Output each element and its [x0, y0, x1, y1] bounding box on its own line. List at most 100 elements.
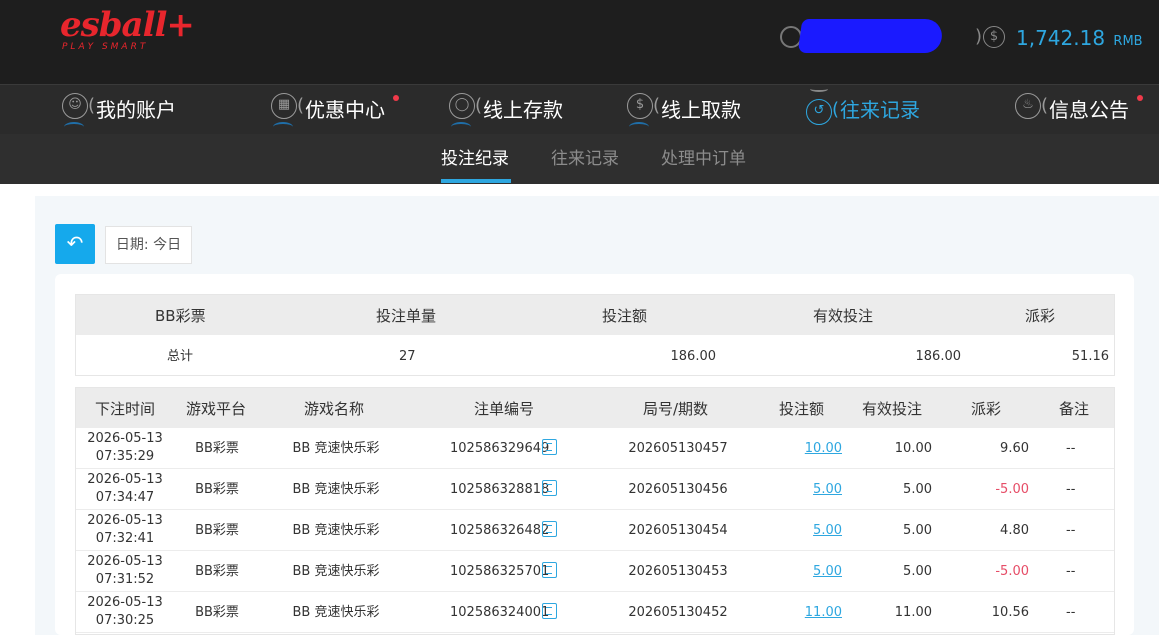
- col-bet-amount: 投注额: [779, 400, 825, 418]
- payout: -5.00: [995, 482, 1029, 497]
- summary-bet-amount: 186.00: [670, 349, 717, 364]
- col-bet-time: 下注时间: [95, 400, 156, 418]
- game-name: BB 竞速快乐彩: [292, 482, 380, 497]
- table-row: 2026-05-13 07:32:41 BB彩票 BB 竞速快乐彩 1025863…: [76, 510, 1114, 551]
- table-row: 2026-05-13 07:35:29 BB彩票 BB 竞速快乐彩 1025863…: [76, 428, 1114, 469]
- date-filter[interactable]: 日期: 今日: [105, 226, 192, 264]
- bet-clock: 07:35:29: [95, 449, 155, 464]
- copy-icon[interactable]: [542, 562, 557, 578]
- bet-amount-link[interactable]: 10.00: [805, 440, 842, 458]
- bracket-glyph: (: [88, 95, 96, 116]
- bet-amount-link[interactable]: 11.00: [805, 604, 842, 622]
- nav-item-label: 优惠中心: [305, 98, 385, 122]
- detail-header-row: 下注时间 游戏平台 游戏名称 注单编号 局号/期数 投注额 有效投注 派彩 备注: [76, 388, 1114, 428]
- active-tab-indicator: [441, 179, 511, 183]
- payout: 10.56: [991, 605, 1029, 620]
- user-circle-icon: ☺: [62, 93, 88, 119]
- payout: 4.80: [1000, 523, 1029, 538]
- game-platform: BB彩票: [195, 441, 239, 456]
- col-period: 局号/期数: [643, 400, 709, 418]
- table-row: 2026-05-13 07:34:47 BB彩票 BB 竞速快乐彩 1025863…: [76, 469, 1114, 510]
- back-button[interactable]: ↶: [55, 224, 95, 264]
- bracket-glyph: ): [975, 26, 983, 47]
- tab-pending-orders[interactable]: 处理中订单: [661, 148, 746, 170]
- summary-col-platform: BB彩票: [155, 307, 206, 325]
- nav-item-promotions[interactable]: ▦ ( 优惠中心: [271, 85, 401, 135]
- bet-time: 2026-05-13 07:34:47: [82, 471, 168, 507]
- copy-icon[interactable]: [542, 521, 557, 537]
- game-name: BB 竞速快乐彩: [292, 564, 380, 579]
- period-number: 202605130454: [628, 523, 728, 538]
- note: --: [1066, 482, 1076, 497]
- bet-time: 2026-05-13 07:31:52: [82, 553, 168, 589]
- balance-currency: RMB: [1113, 34, 1143, 49]
- bet-amount-link[interactable]: 5.00: [813, 563, 842, 581]
- notification-dot: [1137, 95, 1143, 101]
- scroll-ghost-icon: [810, 86, 828, 92]
- valid-bet: 5.00: [903, 564, 932, 579]
- note: --: [1066, 441, 1076, 456]
- order-number: 102586326482: [450, 523, 550, 538]
- summary-valid-bet: 186.00: [915, 349, 962, 364]
- period-number: 202605130456: [628, 482, 728, 497]
- bet-amount-link[interactable]: 5.00: [813, 522, 842, 540]
- game-platform: BB彩票: [195, 523, 239, 538]
- bell-icon: ♨: [1015, 93, 1041, 119]
- bet-clock: 07:30:25: [95, 613, 155, 628]
- copy-icon[interactable]: [542, 439, 557, 455]
- summary-table: BB彩票 投注单量 投注额 有效投注 派彩 总计 27 186.00 186.0…: [75, 294, 1115, 376]
- records-icon: ↺: [806, 99, 832, 125]
- gift-icon: ▦: [271, 93, 297, 119]
- note: --: [1066, 605, 1076, 620]
- bet-date: 2026-05-13: [87, 595, 163, 610]
- game-platform: BB彩票: [195, 605, 239, 620]
- nav-item-deposit[interactable]: ◯ ( 线上存款: [449, 85, 567, 135]
- nav-item-records[interactable]: ↺ ( 往来记录: [806, 85, 924, 135]
- esball-logo[interactable]: esball+ PLAY SMART: [60, 8, 195, 52]
- tab-transaction-records[interactable]: 往来记录: [551, 148, 619, 170]
- summary-col-payout: 派彩: [1025, 307, 1056, 325]
- summary-col-bet-count: 投注单量: [376, 307, 437, 325]
- bet-clock: 07:34:47: [95, 490, 155, 505]
- nav-item-announcements[interactable]: ♨ ( 信息公告: [1015, 85, 1145, 135]
- balance-icon-wrap: ) $: [975, 26, 1005, 50]
- summary-payout: 51.16: [1071, 349, 1109, 364]
- order-number: 102586328818: [450, 482, 550, 497]
- payout: -5.00: [995, 564, 1029, 579]
- game-platform: BB彩票: [195, 564, 239, 579]
- col-order-no: 注单编号: [474, 400, 535, 418]
- scroll-ghost-icon: [629, 122, 649, 132]
- period-number: 202605130452: [628, 605, 728, 620]
- balance-display: 1,742.18 RMB: [1016, 24, 1143, 56]
- deposit-icon: ◯: [449, 93, 475, 119]
- scroll-ghost-icon: [273, 122, 293, 132]
- nav-item-withdraw[interactable]: $ ( 线上取款: [627, 85, 745, 135]
- sub-nav: 投注纪录 往来记录 处理中订单: [0, 134, 1159, 184]
- note: --: [1066, 564, 1076, 579]
- summary-col-bet-amount: 投注额: [602, 307, 648, 325]
- copy-icon[interactable]: [542, 480, 557, 496]
- dollar-coin-icon: $: [983, 26, 1005, 48]
- nav-item-account[interactable]: ☺ ( 我的账户: [62, 85, 180, 135]
- bet-detail-table: 下注时间 游戏平台 游戏名称 注单编号 局号/期数 投注额 有效投注 派彩 备注…: [75, 387, 1115, 635]
- bet-amount-link[interactable]: 5.00: [813, 481, 842, 499]
- valid-bet: 11.00: [894, 605, 932, 620]
- tab-bet-records[interactable]: 投注纪录: [441, 148, 509, 170]
- summary-col-valid-bet: 有效投注: [813, 307, 874, 325]
- nav-item-label: 往来记录: [840, 98, 920, 122]
- bracket-glyph: (: [653, 95, 661, 116]
- main-nav: ☺ ( 我的账户 ▦ ( 优惠中心 ◯ ( 线上存款 $ ( 线上取款 ↺ ( …: [0, 84, 1159, 134]
- back-arrow-icon: ↶: [66, 231, 84, 255]
- table-row: 2026-05-13 07:30:25 BB彩票 BB 竞速快乐彩 1025863…: [76, 592, 1114, 633]
- copy-icon[interactable]: [542, 603, 557, 619]
- order-number: 102586325701: [450, 564, 550, 579]
- valid-bet: 5.00: [903, 482, 932, 497]
- col-payout: 派彩: [971, 400, 1002, 418]
- game-name: BB 竞速快乐彩: [292, 523, 380, 538]
- bracket-glyph: (: [475, 95, 483, 116]
- col-valid-bet: 有效投注: [862, 400, 923, 418]
- valid-bet: 5.00: [903, 523, 932, 538]
- scroll-ghost-icon: [451, 122, 471, 132]
- game-name: BB 竞速快乐彩: [292, 441, 380, 456]
- col-game-name: 游戏名称: [304, 400, 365, 418]
